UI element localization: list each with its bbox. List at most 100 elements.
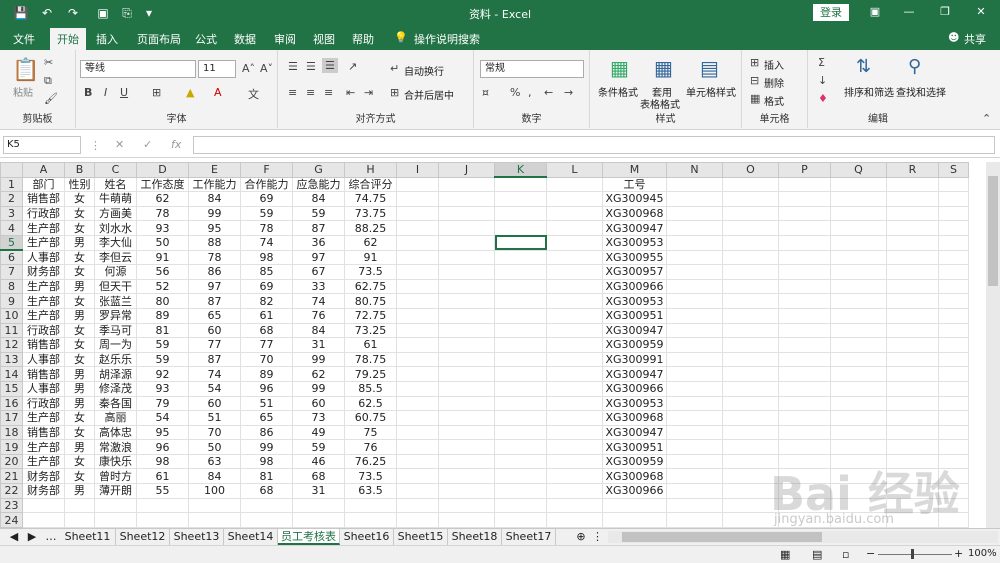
cell[interactable] (396, 234, 439, 251)
cell[interactable]: 生产部 (22, 410, 65, 426)
cell[interactable]: 91 (344, 249, 397, 266)
cell[interactable] (546, 410, 603, 426)
cell[interactable]: 秦各国 (94, 395, 137, 412)
cell[interactable] (830, 439, 887, 455)
cell[interactable] (546, 512, 603, 528)
align-center-icon[interactable]: ≡ (306, 86, 315, 99)
cell[interactable] (830, 278, 887, 295)
cell[interactable] (722, 234, 779, 251)
cell[interactable]: 男 (64, 439, 95, 455)
fill-icon[interactable]: ↓ (818, 74, 827, 87)
cell[interactable] (494, 497, 547, 514)
cell[interactable]: 74 (292, 293, 345, 309)
cell[interactable] (438, 424, 495, 441)
cell[interactable] (778, 205, 831, 222)
row-header[interactable]: 21 (0, 468, 23, 485)
row-header[interactable]: 5 (0, 234, 23, 252)
cell[interactable] (830, 351, 887, 368)
cell[interactable] (396, 307, 439, 324)
cell[interactable] (938, 322, 969, 339)
cell[interactable] (830, 366, 887, 382)
horizontal-scrollbar[interactable] (608, 531, 998, 543)
cell[interactable] (778, 220, 831, 236)
cell[interactable] (396, 410, 439, 426)
cell[interactable]: 胡泽源 (94, 366, 137, 382)
cell[interactable]: 62 (344, 234, 397, 251)
cell[interactable] (722, 351, 779, 368)
tab-review[interactable]: 审阅 (274, 31, 296, 47)
cell[interactable] (666, 512, 723, 528)
row-header[interactable]: 22 (0, 483, 23, 499)
cell[interactable] (438, 483, 495, 499)
column-header-k[interactable]: K (494, 162, 547, 179)
cell[interactable] (938, 307, 969, 324)
cell[interactable] (722, 249, 779, 266)
cell[interactable]: 李大仙 (94, 234, 137, 251)
delete-cells-button[interactable]: 删除 (764, 75, 784, 90)
cell[interactable]: 男 (64, 380, 95, 397)
delete-cells-icon[interactable]: ⊟ (750, 74, 759, 87)
cell[interactable]: XG300959 (602, 453, 667, 470)
cell[interactable] (546, 278, 603, 295)
cell[interactable]: 68 (240, 322, 293, 339)
cell[interactable] (938, 205, 969, 222)
cell[interactable]: 81 (240, 468, 293, 485)
cell[interactable]: 女 (64, 293, 95, 309)
cell[interactable]: 男 (64, 483, 95, 499)
login-button[interactable]: 登录 (813, 4, 849, 21)
more-sheets-icon[interactable]: … (44, 529, 58, 545)
cell[interactable] (938, 410, 969, 426)
cell[interactable] (396, 176, 439, 193)
cell[interactable]: 96 (240, 380, 293, 397)
cell[interactable]: 76.25 (344, 453, 397, 470)
cell[interactable] (886, 439, 939, 455)
cell[interactable] (666, 205, 723, 222)
sheet-tab[interactable]: Sheet15 (394, 529, 448, 545)
cell[interactable] (666, 468, 723, 485)
cell[interactable] (666, 410, 723, 426)
cell[interactable] (546, 395, 603, 412)
cell[interactable] (886, 176, 939, 193)
cell[interactable]: 93 (136, 380, 189, 397)
cell[interactable] (722, 278, 779, 295)
column-header-q[interactable]: Q (830, 162, 887, 178)
cell[interactable]: 96 (136, 439, 189, 455)
cell[interactable]: XG300947 (602, 366, 667, 382)
cell[interactable]: XG300951 (602, 439, 667, 455)
cell[interactable]: 工号 (602, 176, 667, 193)
cell[interactable]: 60 (292, 395, 345, 412)
cell[interactable]: 性别 (64, 176, 95, 193)
cell[interactable] (438, 366, 495, 382)
formula-input[interactable] (193, 136, 995, 154)
cell[interactable]: 但天干 (94, 278, 137, 295)
cell[interactable]: 73.75 (344, 205, 397, 222)
cell[interactable] (778, 249, 831, 266)
cell[interactable] (396, 468, 439, 485)
cell[interactable] (396, 322, 439, 339)
cell[interactable]: 49 (292, 424, 345, 441)
cell[interactable]: 男 (64, 395, 95, 412)
format-cells-button[interactable]: 格式 (764, 93, 784, 108)
cell[interactable] (886, 366, 939, 382)
cell[interactable]: 女 (64, 220, 95, 236)
cell[interactable] (830, 220, 887, 236)
decrease-indent-icon[interactable]: ⇤ (346, 86, 355, 99)
cell-styles-button[interactable]: 单元格样式 (686, 84, 736, 99)
cell[interactable] (830, 191, 887, 207)
cell[interactable] (494, 366, 547, 382)
cell[interactable]: 100 (188, 483, 241, 499)
cell[interactable] (494, 293, 547, 309)
cell[interactable]: 73.5 (344, 468, 397, 485)
cell[interactable] (546, 380, 603, 397)
cell[interactable]: 70 (188, 424, 241, 441)
cell[interactable]: XG300947 (602, 322, 667, 339)
align-left-icon[interactable]: ≡ (288, 86, 297, 99)
row-header[interactable]: 2 (0, 191, 23, 207)
cell[interactable]: 季马可 (94, 322, 137, 339)
cell[interactable]: 罗异常 (94, 307, 137, 324)
insert-cells-button[interactable]: 插入 (764, 57, 784, 72)
cell[interactable] (886, 424, 939, 441)
page-layout-view-icon[interactable]: ▤ (812, 548, 822, 561)
cell[interactable] (722, 366, 779, 382)
cell[interactable] (722, 439, 779, 455)
